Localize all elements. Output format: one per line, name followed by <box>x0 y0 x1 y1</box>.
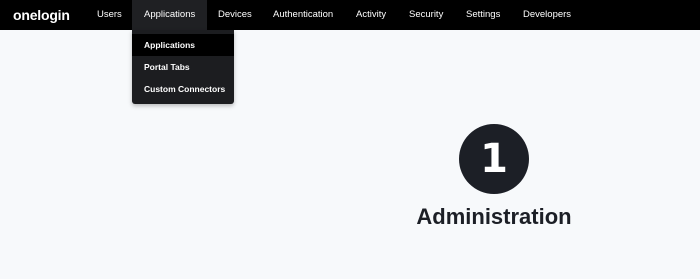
nav-authentication[interactable]: Authentication <box>273 0 333 30</box>
dropdown-item-applications[interactable]: Applications <box>132 34 234 56</box>
nav-users[interactable]: Users <box>97 0 122 30</box>
step-number-badge: 1 <box>459 124 529 194</box>
dropdown-item-custom-connectors[interactable]: Custom Connectors <box>132 78 234 100</box>
nav-security[interactable]: Security <box>409 0 443 30</box>
step-title: Administration <box>416 204 572 229</box>
step-number: 1 <box>480 136 508 182</box>
nav-activity[interactable]: Activity <box>356 0 386 30</box>
applications-dropdown-menu: Applications Portal Tabs Custom Connecto… <box>132 30 234 104</box>
nav-devices[interactable]: Devices <box>218 0 252 30</box>
nav-developers[interactable]: Developers <box>523 0 571 30</box>
onelogin-logo[interactable]: onelogin <box>13 6 70 24</box>
nav-applications[interactable]: Applications <box>132 0 208 30</box>
dropdown-item-portal-tabs[interactable]: Portal Tabs <box>132 56 234 78</box>
nav-settings[interactable]: Settings <box>466 0 500 30</box>
top-navigation-bar: onelogin Users Applications Devices Auth… <box>0 0 700 30</box>
